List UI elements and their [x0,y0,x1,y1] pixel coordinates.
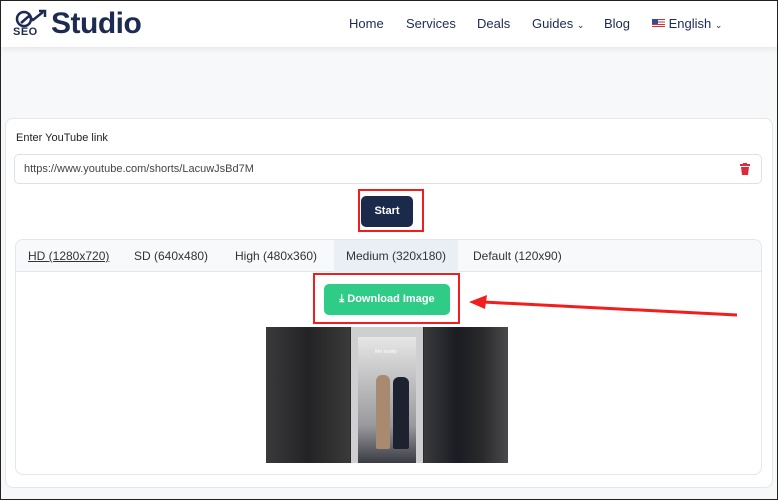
tab-sd[interactable]: SD (640x480) [122,240,220,272]
nav-blog[interactable]: Blog [604,16,630,31]
site-header: SEO Studio Home Services Deals Guides ⌄ … [1,1,777,47]
logo-seo: SEO [13,26,38,38]
download-label: Download Image [347,293,435,305]
thumbnail-caption: Me reality [375,349,397,355]
language-label: English [668,16,712,31]
thumbnail-image[interactable]: Me reality [266,327,508,463]
nav-guides[interactable]: Guides ⌄ [532,16,584,31]
tab-bar: HD (1280x720) SD (640x480) High (480x360… [16,240,761,272]
language-selector[interactable]: English ⌄ [652,16,722,31]
start-button[interactable]: Start [361,196,413,227]
download-image-button[interactable]: ⤓ Download Image [324,284,450,315]
tab-high[interactable]: High (480x360) [223,240,329,272]
red-arrow-annotation [469,295,738,317]
chevron-down-icon: ⌄ [714,20,723,30]
tab-medium[interactable]: Medium (320x180) [334,240,459,272]
logo-studio: Studio [51,7,142,40]
trash-icon[interactable] [740,163,750,175]
nav-services[interactable]: Services [406,16,456,31]
nav-deals[interactable]: Deals [477,16,510,31]
us-flag-icon [652,19,665,27]
nav-guides-label: Guides [532,16,574,31]
youtube-link-label: Enter YouTube link [16,132,108,144]
chevron-down-icon: ⌄ [576,20,585,30]
tab-hd[interactable]: HD (1280x720) [16,240,121,272]
tab-default[interactable]: Default (120x90) [461,240,574,272]
logo[interactable]: SEO Studio [13,7,163,41]
download-icon: ⤓ [339,293,345,305]
youtube-link-input[interactable]: https://www.youtube.com/shorts/LacuwJsBd… [14,154,762,184]
nav-home[interactable]: Home [349,16,384,31]
